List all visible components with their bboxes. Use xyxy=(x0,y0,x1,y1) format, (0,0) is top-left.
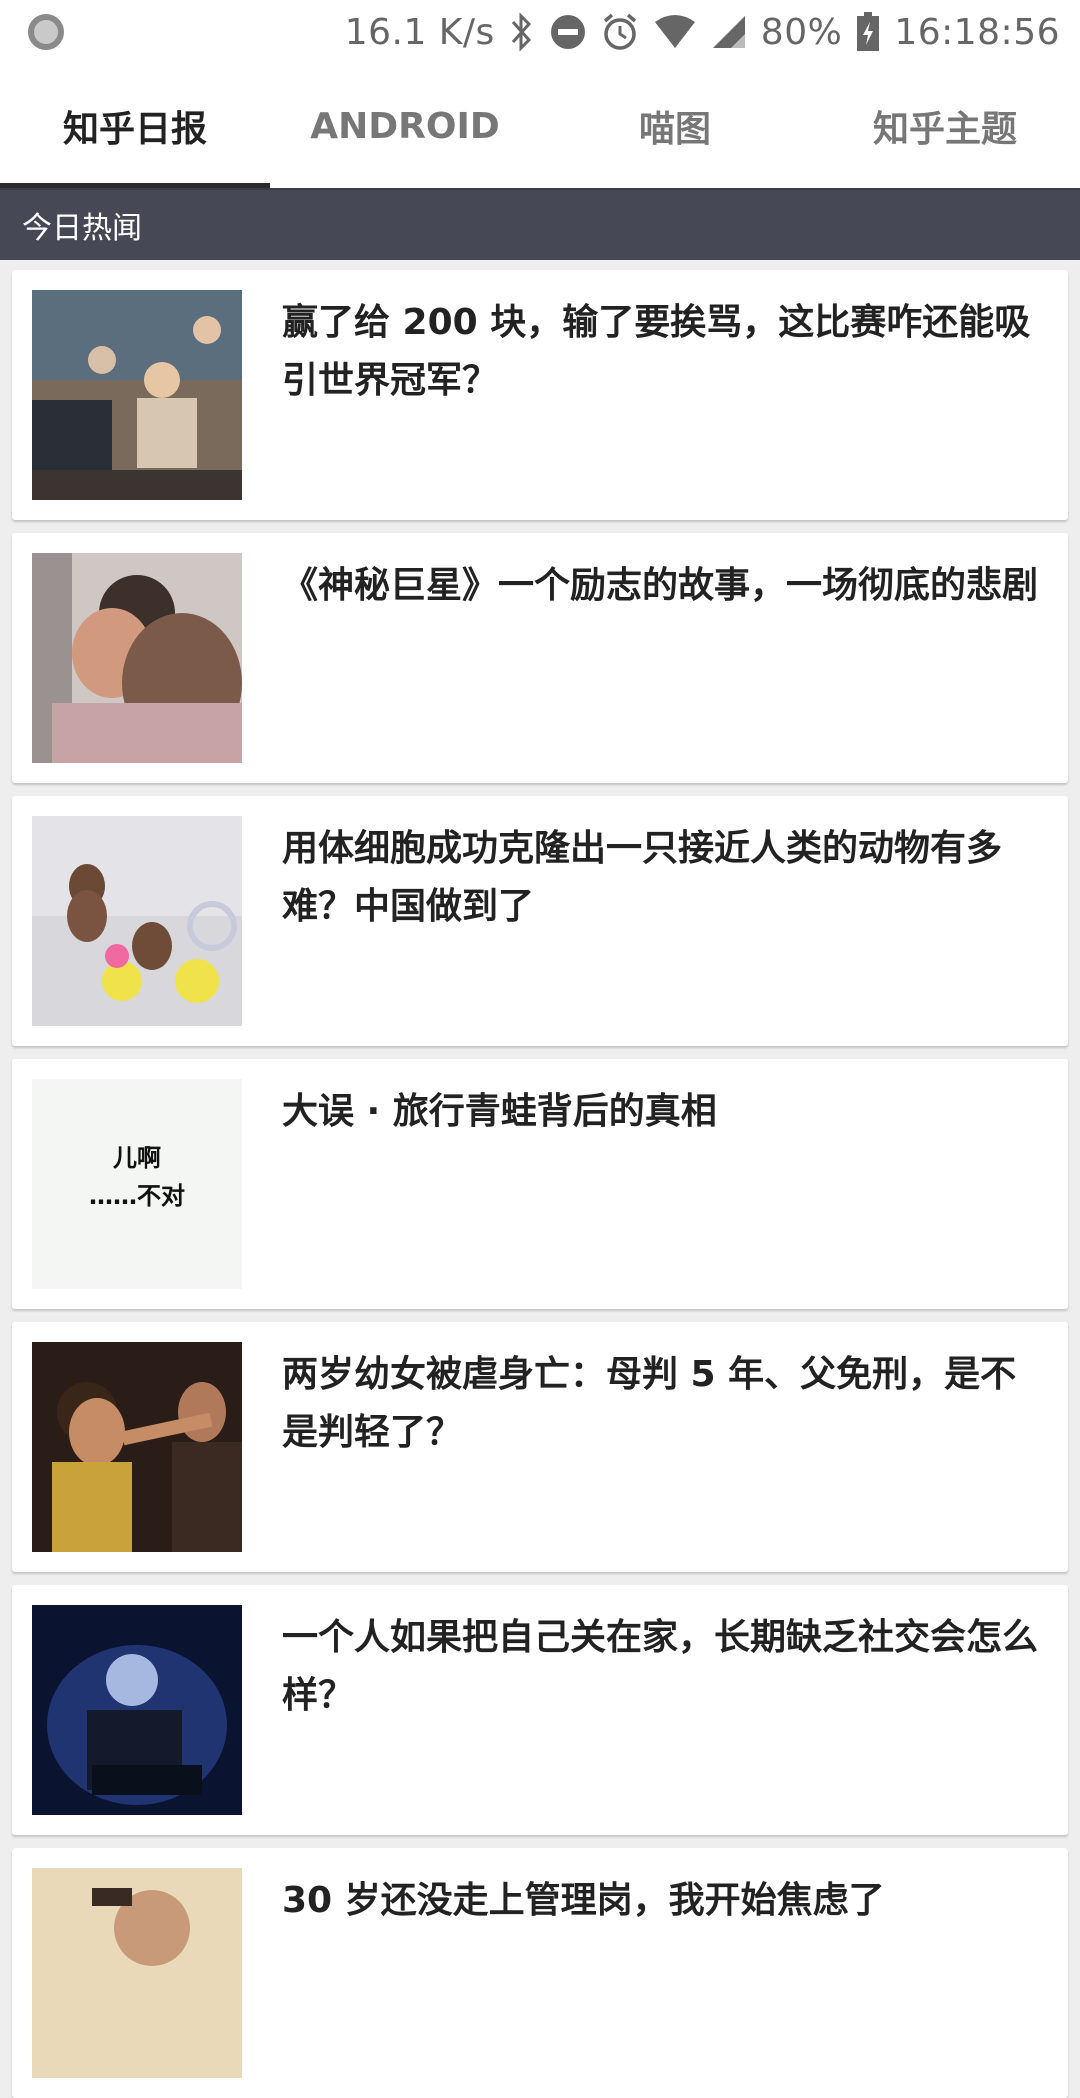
news-card[interactable]: 赢了给 200 块，输了要挨骂，这比赛咋还能吸引世界冠军？ xyxy=(12,270,1068,520)
news-card[interactable]: 30 岁还没走上管理岗，我开始焦虑了 xyxy=(12,1848,1068,2098)
news-title: 用体细胞成功克隆出一只接近人类的动物有多难？中国做到了 xyxy=(282,828,1003,927)
tab-cat-pics[interactable]: 喵图 xyxy=(540,64,810,188)
signal-icon xyxy=(711,14,747,50)
wifi-icon xyxy=(653,14,697,50)
tab-zhihu-daily[interactable]: 知乎日报 xyxy=(0,64,270,188)
thumbnail-caption: 儿啊 ……不对 xyxy=(89,1144,185,1210)
news-title: 一个人如果把自己关在家，长期缺乏社交会怎么样？ xyxy=(282,1617,1039,1716)
news-card[interactable]: 一个人如果把自己关在家，长期缺乏社交会怎么样？ xyxy=(12,1585,1068,1835)
news-title: 《神秘巨星》一个励志的故事，一场彻底的悲剧 xyxy=(282,565,1039,606)
news-card[interactable]: 两岁幼女被虐身亡：母判 5 年、父免刑，是不是判轻了？ xyxy=(12,1322,1068,1572)
bluetooth-icon xyxy=(509,12,535,52)
news-thumbnail xyxy=(32,553,242,763)
tab-bar: 知乎日报 ANDROID 喵图 知乎主题 xyxy=(0,64,1080,188)
news-thumbnail xyxy=(32,1605,242,1815)
news-thumbnail: 儿啊 ……不对 xyxy=(32,1079,242,1289)
news-thumbnail xyxy=(32,1868,242,2078)
section-header: 今日热闻 xyxy=(0,190,1080,260)
battery-icon xyxy=(856,12,880,52)
network-speed: 16.1 K/s xyxy=(344,11,495,53)
news-thumbnail xyxy=(32,816,242,1026)
news-title: 赢了给 200 块，输了要挨骂，这比赛咋还能吸引世界冠军？ xyxy=(282,302,1031,401)
news-title: 大误 · 旅行青蛙背后的真相 xyxy=(282,1091,717,1132)
news-title: 30 岁还没走上管理岗，我开始焦虑了 xyxy=(282,1880,885,1921)
news-thumbnail xyxy=(32,1342,242,1552)
battery-percent: 80% xyxy=(760,11,843,53)
news-card[interactable]: 儿啊 ……不对 大误 · 旅行青蛙背后的真相 xyxy=(12,1059,1068,1309)
news-card[interactable]: 《神秘巨星》一个励志的故事，一场彻底的悲剧 xyxy=(12,533,1068,783)
news-title: 两岁幼女被虐身亡：母判 5 年、父免刑，是不是判轻了？ xyxy=(282,1354,1017,1453)
clock: 16:18:56 xyxy=(894,11,1060,53)
tab-android[interactable]: ANDROID xyxy=(270,64,540,188)
news-card[interactable]: 用体细胞成功克隆出一只接近人类的动物有多难？中国做到了 xyxy=(12,796,1068,1046)
do-not-disturb-icon xyxy=(549,13,587,51)
tab-zhihu-topics[interactable]: 知乎主题 xyxy=(810,64,1080,188)
status-bar: 16.1 K/s 80% 16:18:56 xyxy=(0,0,1080,64)
news-thumbnail xyxy=(32,290,242,500)
alarm-icon xyxy=(601,12,639,52)
notification-icon xyxy=(28,14,64,50)
